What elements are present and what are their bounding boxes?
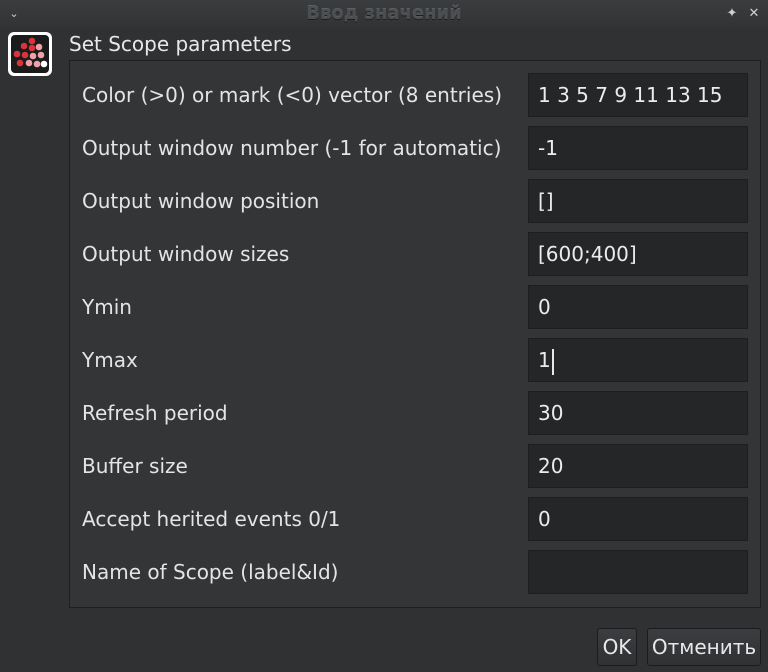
- param-label: Refresh period: [82, 401, 228, 425]
- color-vector-input[interactable]: 1 3 5 7 9 11 13 15: [528, 73, 748, 117]
- param-row-ymax: Ymax 1: [70, 338, 760, 382]
- param-row-herited-events: Accept herited events 0/1 0: [70, 497, 760, 541]
- buffer-size-input[interactable]: 20: [528, 444, 748, 488]
- param-label: Color (>0) or mark (<0) vector (8 entrie…: [82, 83, 502, 107]
- param-row-window-position: Output window position []: [70, 179, 760, 223]
- scope-name-input[interactable]: [528, 550, 748, 594]
- param-label: Buffer size: [82, 454, 188, 478]
- scilab-dots-icon: [8, 32, 52, 76]
- window-number-input[interactable]: -1: [528, 126, 748, 170]
- param-label: Output window sizes: [82, 242, 290, 266]
- param-row-refresh-period: Refresh period 30: [70, 391, 760, 435]
- window-position-input[interactable]: []: [528, 179, 748, 223]
- param-label: Accept herited events 0/1: [82, 507, 341, 531]
- param-label: Output window number (-1 for automatic): [82, 136, 502, 160]
- param-row-color: Color (>0) or mark (<0) vector (8 entrie…: [70, 73, 760, 117]
- param-row-buffer-size: Buffer size 20: [70, 444, 760, 488]
- ymax-value: 1: [538, 348, 551, 372]
- herited-events-input[interactable]: 0: [528, 497, 748, 541]
- param-label: Name of Scope (label&Id): [82, 560, 339, 584]
- ymin-input[interactable]: 0: [528, 285, 748, 329]
- text-cursor: [551, 348, 554, 375]
- param-label: Ymax: [82, 348, 138, 372]
- ok-button[interactable]: OK: [597, 628, 637, 666]
- cancel-button[interactable]: Отменить: [647, 628, 761, 666]
- param-row-window-sizes: Output window sizes [600;400]: [70, 232, 760, 276]
- ymax-input[interactable]: 1: [528, 338, 748, 382]
- refresh-period-input[interactable]: 30: [528, 391, 748, 435]
- parameters-panel: Color (>0) or mark (<0) vector (8 entrie…: [69, 60, 761, 608]
- title-bar[interactable]: ⌄ Ввод значений ✦ ✕: [0, 0, 768, 30]
- close-icon[interactable]: ✕: [744, 4, 764, 24]
- param-row-window-number: Output window number (-1 for automatic) …: [70, 126, 760, 170]
- param-label: Ymin: [82, 295, 132, 319]
- window-sizes-input[interactable]: [600;400]: [528, 232, 748, 276]
- param-row-scope-name: Name of Scope (label&Id): [70, 550, 760, 594]
- param-row-ymin: Ymin 0: [70, 285, 760, 329]
- param-label: Output window position: [82, 189, 320, 213]
- dialog-header: Set Scope parameters: [69, 32, 292, 56]
- pin-icon[interactable]: ✦: [722, 4, 742, 24]
- window-title: Ввод значений: [306, 3, 462, 24]
